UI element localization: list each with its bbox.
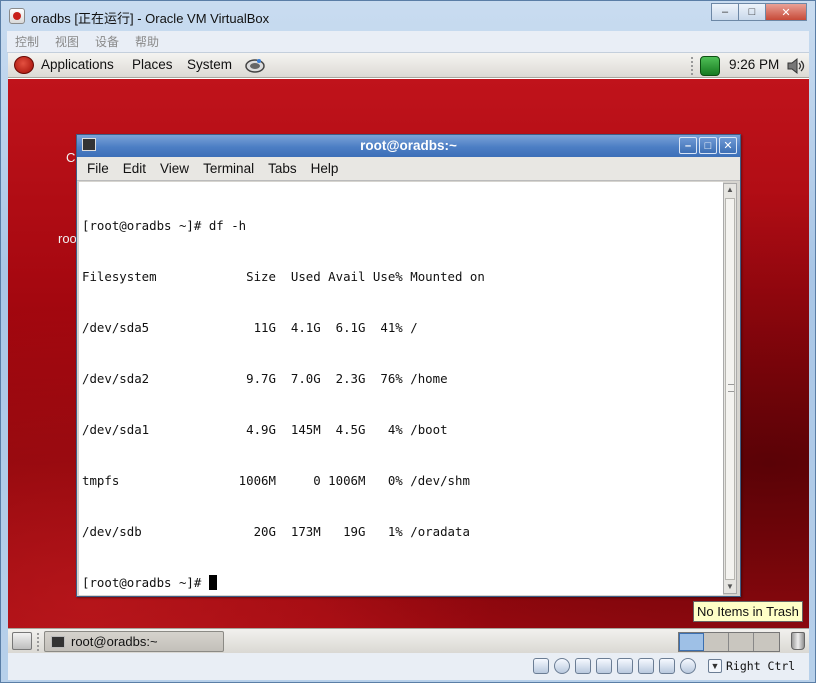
guest-display[interactable]: Applications Places System 9:26 PM C roo <box>8 53 809 680</box>
terminal-close-button[interactable]: ✕ <box>719 137 737 154</box>
hard-disk-status-icon[interactable] <box>533 658 549 674</box>
terminal-line: /dev/sda1 4.9G 145M 4.5G 4% /boot <box>82 422 448 437</box>
volume-icon[interactable] <box>785 56 807 76</box>
workspace-switcher <box>678 632 780 652</box>
terminal-line: /dev/sdb 20G 173M 19G 1% /oradata <box>82 524 470 539</box>
virtualbox-window: oradbs [正在运行] - Oracle VM VirtualBox – □… <box>0 0 816 683</box>
network-manager-icon[interactable] <box>244 56 266 76</box>
terminal-minimize-button[interactable]: – <box>679 137 697 154</box>
terminal-prompt-line: [root@oradbs ~]# <box>82 574 485 591</box>
gnome-top-panel: Applications Places System 9:26 PM <box>8 53 809 78</box>
terminal-menu-view[interactable]: View <box>160 161 189 176</box>
terminal-menu-edit[interactable]: Edit <box>123 161 146 176</box>
workspace-3[interactable] <box>729 633 754 651</box>
terminal-line: tmpfs 1006M 0 1006M 0% /dev/shm <box>82 473 470 488</box>
scrollbar-grip <box>728 384 734 392</box>
terminal-line: [root@oradbs ~]# df -h <box>82 218 247 233</box>
redhat-logo-icon[interactable] <box>14 56 34 74</box>
scroll-up-arrow-icon[interactable]: ▲ <box>724 184 736 196</box>
gnome-bottom-panel: root@oradbs:~ <box>8 628 809 653</box>
host-menubar: 控制 视图 设备 帮助 <box>7 31 809 53</box>
terminal-scrollbar[interactable]: ▲ ▼ <box>723 183 737 594</box>
terminal-title: root@oradbs:~ <box>360 138 457 153</box>
terminal-menu-tabs[interactable]: Tabs <box>268 161 297 176</box>
trash-icon[interactable] <box>791 632 805 650</box>
show-desktop-icon[interactable] <box>12 632 32 650</box>
host-menu-devices[interactable]: 设备 <box>95 33 119 50</box>
host-key-label: Right Ctrl <box>726 659 796 673</box>
desktop-icon-label-fragment[interactable]: C <box>66 150 75 165</box>
host-menu-control[interactable]: 控制 <box>15 33 39 50</box>
usb-status-icon[interactable] <box>575 658 591 674</box>
device-status-icons <box>533 658 696 674</box>
terminal-output-area[interactable]: [root@oradbs ~]# df -h Filesystem Size U… <box>79 182 723 595</box>
display-status-icon[interactable] <box>638 658 654 674</box>
software-update-icon[interactable] <box>700 56 720 76</box>
virtualization-status-icon[interactable] <box>659 658 675 674</box>
menu-places[interactable]: Places <box>132 57 173 72</box>
host-window-controls: – □ ✕ <box>711 3 807 21</box>
host-menu-view[interactable]: 视图 <box>55 33 79 50</box>
workspace-2[interactable] <box>704 633 729 651</box>
optical-drive-status-icon[interactable] <box>554 658 570 674</box>
network-status-icon[interactable] <box>596 658 612 674</box>
panel-separator <box>37 633 40 651</box>
host-minimize-button[interactable]: – <box>711 3 739 21</box>
terminal-titlebar[interactable]: root@oradbs:~ – □ ✕ <box>77 135 740 157</box>
desktop-background[interactable]: C roo root@oradbs:~ – □ ✕ File Edit View <box>8 79 809 628</box>
host-key-indicator: ▼ Right Ctrl <box>708 659 795 673</box>
taskbar-button-terminal[interactable]: root@oradbs:~ <box>44 631 224 652</box>
shared-folders-status-icon[interactable] <box>617 658 633 674</box>
host-close-button[interactable]: ✕ <box>765 3 807 21</box>
scrollbar-thumb[interactable] <box>725 198 735 580</box>
terminal-window: root@oradbs:~ – □ ✕ File Edit View Termi… <box>76 134 741 597</box>
terminal-line: /dev/sda2 9.7G 7.0G 2.3G 76% /home <box>82 371 448 386</box>
scroll-down-arrow-icon[interactable]: ▼ <box>724 581 736 593</box>
trash-tooltip: No Items in Trash <box>693 601 803 622</box>
taskbar-button-label: root@oradbs:~ <box>71 634 158 649</box>
host-titlebar[interactable]: oradbs [正在运行] - Oracle VM VirtualBox – □… <box>1 1 815 31</box>
workspace-1[interactable] <box>679 633 704 651</box>
terminal-maximize-button[interactable]: □ <box>699 137 717 154</box>
terminal-line: /dev/sda5 11G 4.1G 6.1G 41% / <box>82 320 418 335</box>
terminal-window-controls: – □ ✕ <box>679 137 737 154</box>
terminal-menu-file[interactable]: File <box>87 161 109 176</box>
terminal-prompt: [root@oradbs ~]# <box>82 575 209 590</box>
terminal-menu-help[interactable]: Help <box>311 161 339 176</box>
panel-separator <box>691 57 695 75</box>
host-maximize-button[interactable]: □ <box>738 3 766 21</box>
terminal-task-icon <box>51 635 65 648</box>
terminal-line: Filesystem Size Used Avail Use% Mounted … <box>82 269 485 284</box>
virtualbox-app-icon <box>9 8 25 24</box>
panel-clock[interactable]: 9:26 PM <box>729 57 779 72</box>
menu-applications[interactable]: Applications <box>41 57 114 72</box>
terminal-text: [root@oradbs ~]# df -h Filesystem Size U… <box>82 183 485 625</box>
virtualbox-status-bar: ▼ Right Ctrl <box>8 653 809 680</box>
host-menu-help[interactable]: 帮助 <box>135 33 159 50</box>
menu-system[interactable]: System <box>187 57 232 72</box>
text-cursor <box>208 575 217 590</box>
keyboard-capture-icon[interactable]: ▼ <box>708 659 722 673</box>
terminal-menu-terminal[interactable]: Terminal <box>203 161 254 176</box>
workspace-4[interactable] <box>754 633 779 651</box>
terminal-menubar: File Edit View Terminal Tabs Help <box>77 157 740 181</box>
desktop-icon-label-fragment[interactable]: roo <box>58 231 77 246</box>
mouse-integration-status-icon[interactable] <box>680 658 696 674</box>
host-window-title: oradbs [正在运行] - Oracle VM VirtualBox <box>31 11 270 26</box>
